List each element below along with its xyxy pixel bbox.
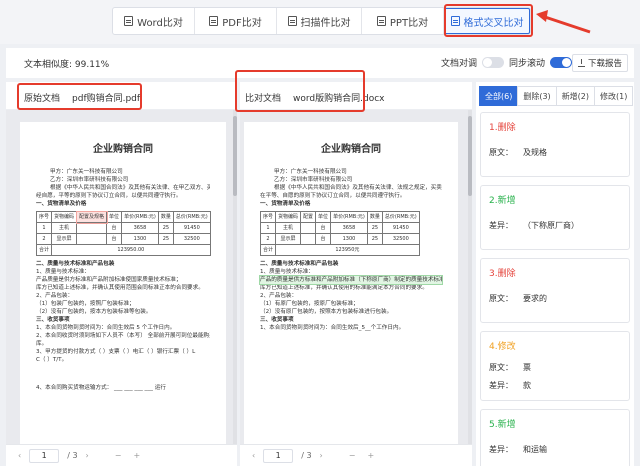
highlight-box-active-tab bbox=[444, 4, 533, 37]
doc-align-toggle[interactable]: 文档对调 bbox=[441, 56, 505, 69]
zoom-out-icon[interactable]: − bbox=[115, 451, 122, 460]
zoom-out-icon[interactable]: − bbox=[349, 451, 356, 460]
similarity-text: 文本相似度: 99.11% bbox=[24, 60, 110, 70]
filter-all[interactable]: 全部(6) bbox=[479, 86, 519, 106]
pdf-file-icon bbox=[209, 16, 219, 26]
original-scrollbar[interactable] bbox=[233, 110, 237, 466]
diff-card[interactable]: 4.修改 原文：票 差异：款 bbox=[480, 331, 630, 401]
diff-highlight-add[interactable]: 产品的质量是供方标准和产品附加标准（下称原厂商）制定的质量技术标准； bbox=[259, 275, 443, 285]
filter-delete[interactable]: 删除(3) bbox=[517, 86, 557, 106]
tab-pdf-compare[interactable]: PDF比对 bbox=[195, 8, 277, 34]
compare-scroll-thumb[interactable] bbox=[468, 116, 472, 196]
compare-scrollbar[interactable] bbox=[468, 110, 472, 466]
next-page-icon[interactable]: › bbox=[320, 451, 323, 460]
diff-card[interactable]: 1.删除 原文： 及规格 bbox=[480, 112, 630, 177]
download-icon bbox=[577, 58, 585, 67]
diff-highlight-delete[interactable]: 配置及规格 bbox=[75, 210, 108, 224]
original-scroll-thumb[interactable] bbox=[233, 116, 237, 196]
scan-icon bbox=[287, 16, 297, 26]
compare-page: 企业购销合同 甲方：广东关一科技有限公司 乙方：深圳市率研科技有限公司 根据《中… bbox=[244, 122, 458, 452]
zoom-in-icon[interactable]: + bbox=[367, 451, 374, 460]
original-page-input[interactable]: 1 bbox=[29, 448, 60, 463]
red-arrow-icon bbox=[536, 10, 591, 34]
top-bar: Word比对 PDF比对 扫描件比对 PPT比对 格式交叉比对 bbox=[0, 0, 640, 44]
diff-card[interactable]: 5.新增 差异： 和运输 bbox=[480, 409, 630, 466]
highlight-box-original-title bbox=[17, 83, 142, 110]
original-pager: ‹ 1 / 3 › − + bbox=[6, 444, 237, 466]
compare-doc-title: 企业购销合同 bbox=[321, 144, 381, 155]
diff-cards: 1.删除 原文： 及规格 2.新增 差异： （下称原厂商） 3.删除 原文： 要求的 … bbox=[480, 112, 630, 466]
zoom-in-icon[interactable]: + bbox=[133, 451, 140, 460]
prev-page-icon[interactable]: ‹ bbox=[18, 451, 21, 460]
original-document-panel: 原始文档 pdf购销合同.pdf 企业购销合同 甲方：广东关一科技有限公司 乙方… bbox=[6, 82, 237, 466]
table-row: 序号 货物编码 配置 单位 单价(RMB:元) 数量 总价(RMB:元) bbox=[259, 211, 420, 223]
tab-word-compare[interactable]: Word比对 bbox=[113, 8, 195, 34]
filter-modify[interactable]: 修改(1) bbox=[594, 86, 634, 106]
original-doc-title: 企业购销合同 bbox=[93, 144, 153, 155]
table-row: 1 主机 台 3658 25 91450 bbox=[259, 222, 420, 234]
diff-list-sidebar: 全部(6) 删除(3) 新增(2) 修改(1) 1.删除 原文： 及规格 2.新增… bbox=[476, 82, 634, 466]
download-report-button[interactable]: 下载报告 bbox=[572, 54, 628, 72]
sync-scroll-toggle[interactable]: 同步滚动 bbox=[509, 56, 573, 69]
doc-align-switch[interactable] bbox=[482, 57, 505, 68]
ppt-file-icon bbox=[376, 16, 386, 26]
prev-page-icon[interactable]: ‹ bbox=[252, 451, 255, 460]
tab-scan-compare[interactable]: 扫描件比对 bbox=[277, 8, 362, 34]
compare-document-panel: 比对文档 word版购销合同.docx 企业购销合同 甲方：广东关一科技有限公司… bbox=[235, 70, 472, 466]
compare-document-viewer[interactable]: 企业购销合同 甲方：广东关一科技有限公司 乙方：深圳市率研科技有限公司 根据《中… bbox=[240, 110, 472, 466]
table-row: 1 主机 台 3658 25 91450 bbox=[35, 222, 211, 234]
original-page: 企业购销合同 甲方：广东关一科技有限公司 乙方：深圳市率研科技有限公司 根据《中… bbox=[20, 122, 226, 452]
compare-pager: ‹ 1 / 3 › − + bbox=[240, 444, 472, 466]
table-row: 序号 货物编码 配置及规格 单位 单价(RMB:元) 数量 总价(RMB:元) bbox=[35, 210, 211, 224]
filter-add[interactable]: 新增(2) bbox=[555, 86, 596, 106]
table-row: 2 显示屏 台 1300 25 32500 bbox=[35, 233, 211, 245]
diff-card[interactable]: 2.新增 差异： （下称原厂商） bbox=[480, 185, 630, 250]
table-row: 合计 123950元 bbox=[259, 244, 420, 256]
tab-ppt-compare[interactable]: PPT比对 bbox=[362, 8, 444, 34]
original-document-viewer[interactable]: 企业购销合同 甲方：广东关一科技有限公司 乙方：深圳市率研科技有限公司 根据《中… bbox=[6, 110, 237, 466]
word-file-icon bbox=[124, 16, 134, 26]
original-goods-table: 序号 货物编码 配置及规格 单位 单价(RMB:元) 数量 总价(RMB:元) … bbox=[35, 210, 211, 256]
highlight-box-compare-title bbox=[235, 70, 365, 112]
table-row: 2 显示屏 台 1300 25 32500 bbox=[259, 233, 420, 245]
doc-align-label: 文档对调 bbox=[441, 59, 478, 69]
next-page-icon[interactable]: › bbox=[86, 451, 89, 460]
diff-filter-tabs: 全部(6) 删除(3) 新增(2) 修改(1) bbox=[479, 86, 634, 106]
diff-card[interactable]: 3.删除 原文： 要求的 bbox=[480, 258, 630, 323]
sync-scroll-switch[interactable] bbox=[550, 57, 573, 68]
sync-scroll-label: 同步滚动 bbox=[509, 59, 546, 69]
compare-goods-table: 序号 货物编码 配置 单位 单价(RMB:元) 数量 总价(RMB:元) 1 主… bbox=[259, 211, 420, 256]
compare-page-input[interactable]: 1 bbox=[263, 448, 294, 463]
table-row: 合计 123950.00 bbox=[35, 244, 211, 256]
